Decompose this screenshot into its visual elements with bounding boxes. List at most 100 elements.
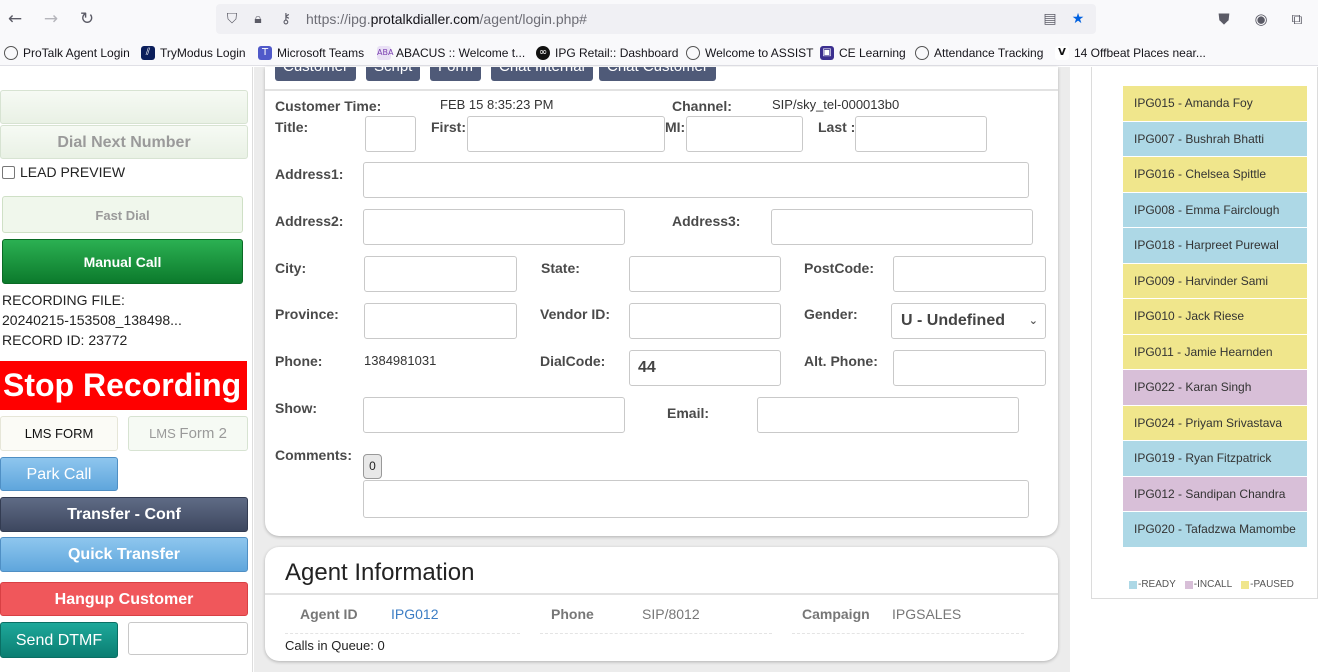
province-label: Province: [275,306,339,322]
bookmark-item[interactable]: ABA ABACUS :: Welcome t... [377,44,525,62]
checkbox-box[interactable] [2,165,15,179]
postcode-input[interactable] [893,256,1046,292]
lms-form-2-button[interactable]: LMS Form 2 [128,416,248,451]
bookmark-star-icon[interactable]: ★ [1069,10,1087,28]
dial-next-number-button[interactable]: Dial Next Number [0,125,248,159]
title-input[interactable] [365,116,416,152]
agent-phone-value: SIP/8012 [642,606,700,622]
gender-select[interactable]: U - Undefined ⌄ [891,303,1046,339]
tab-customer[interactable]: Customer [275,67,357,81]
address3-input[interactable] [771,209,1033,245]
shield-icon[interactable]: ⛉ [223,10,241,28]
channel-label: Channel: [672,98,732,114]
globe-icon [686,46,700,60]
city-input[interactable] [364,256,517,292]
calls-in-queue: Calls in Queue: 0 [285,638,385,653]
title-label: Title: [275,119,309,135]
tab-chat-customer[interactable]: Chat Customer [599,67,716,81]
first-name-input[interactable] [467,116,665,152]
blank-button[interactable] [0,90,248,124]
address2-input[interactable] [363,209,625,245]
agent-status-row: IPG024 - Priyam Srivastava [1123,405,1307,441]
bookmark-item[interactable]: ∞ IPG Retail:: Dashboard [536,44,678,62]
show-input[interactable] [363,397,625,433]
email-input[interactable] [757,397,1019,433]
divider [540,633,772,634]
agent-phone-label: Phone [551,606,594,622]
legend-paused: -PAUSED [1241,579,1294,590]
campaign-value: IPGSALES [892,606,962,622]
show-label: Show: [275,400,317,416]
comments-count-button[interactable]: 0 [363,454,382,479]
agent-status-row: IPG020 - Tafadzwa Mamombe [1123,512,1307,548]
fast-dial-button[interactable]: Fast Dial [2,196,243,233]
url-bar[interactable]: ⛉ 🔒︎ ⚷ https://ipg.protalkdialler.com/ag… [216,4,1096,34]
paused-swatch [1241,580,1250,589]
ipg-retail-icon: ∞ [536,46,550,60]
tab-chat-internal[interactable]: Chat Internal [491,67,593,81]
comments-label: Comments: [275,447,353,463]
bookmark-item[interactable]: T Microsoft Teams [258,44,364,62]
dialcode-label: DialCode: [540,353,606,369]
comments-textarea[interactable] [363,480,1029,518]
bookmark-item[interactable]: ⫽ TryModus Login [141,44,246,62]
agent-status-row: IPG008 - Emma Fairclough [1123,192,1307,228]
key-icon[interactable]: ⚷ [277,10,295,28]
bookmark-item[interactable]: ▣ CE Learning [820,44,906,62]
account-icon[interactable]: ◉ [1250,8,1272,30]
vendor-id-label: Vendor ID: [540,306,611,322]
bookmark-item[interactable]: ProTalk Agent Login [4,44,130,62]
lead-preview-checkbox[interactable]: LEAD PREVIEW [2,164,125,180]
email-label: Email: [667,405,710,421]
bookmark-item[interactable]: V 14 Offbeat Places near... [1055,44,1206,62]
province-input[interactable] [364,303,517,339]
alt-phone-input[interactable] [893,350,1046,386]
globe-icon [4,46,18,60]
reader-view-icon[interactable]: ▤ [1041,10,1059,28]
phone-value: 1384981031 [364,353,437,368]
park-call-button[interactable]: Park Call [0,457,118,491]
vendor-id-input[interactable] [629,303,781,339]
lms-form-2-label: Form 2 [179,425,227,442]
agent-status-row: IPG007 - Bushrah Bhatti [1123,121,1307,157]
bookmark-item[interactable]: Welcome to ASSIST [686,44,814,62]
back-icon[interactable]: ← [4,8,26,30]
tab-form[interactable]: Form [430,67,481,81]
agent-status-row: IPG018 - Harpreet Purewal [1123,228,1307,264]
manual-call-button[interactable]: Manual Call [2,239,243,284]
abacus-icon: ABA [377,46,393,60]
mi-input[interactable] [686,116,803,152]
lms-form-button[interactable]: LMS FORM [0,416,118,451]
recording-info: RECORDING FILE: 20240215-153508_138498..… [2,290,182,350]
left-control-panel: Dial Next Number LEAD PREVIEW Fast Dial … [0,67,253,672]
last-label: Last : [818,119,856,135]
address1-label: Address1: [275,166,344,182]
offbeat-icon: V [1055,46,1069,60]
agent-id-value[interactable]: IPG012 [391,606,438,622]
campaign-label: Campaign [802,606,870,622]
dtmf-input[interactable] [128,622,248,655]
forward-icon[interactable]: → [40,8,62,30]
lms-form-2-prefix: LMS [149,426,176,441]
dialcode-input[interactable]: 44 [629,350,781,386]
url-text[interactable]: https://ipg.protalkdialler.com/agent/log… [306,11,587,27]
pocket-icon[interactable]: ⛊ [1213,8,1235,30]
hangup-customer-button[interactable]: Hangup Customer [0,582,248,616]
tab-script[interactable]: Script [366,67,421,81]
reload-icon[interactable]: ↻ [76,8,98,30]
address1-input[interactable] [363,162,1029,198]
bookmark-item[interactable]: Attendance Tracking [915,44,1043,62]
extensions-icon[interactable]: ⧉ [1286,8,1308,30]
lock-icon[interactable]: 🔒︎ [249,10,267,28]
teams-icon: T [258,46,272,60]
address2-label: Address2: [275,213,344,229]
quick-transfer-button[interactable]: Quick Transfer [0,537,248,572]
stop-recording-button[interactable]: Stop Recording [0,361,247,410]
city-label: City: [275,260,307,276]
channel-value: SIP/sky_tel-000013b0 [772,97,900,112]
send-dtmf-button[interactable]: Send DTMF [0,622,118,658]
trymodus-icon: ⫽ [141,46,155,60]
state-input[interactable] [629,256,781,292]
transfer-conf-button[interactable]: Transfer - Conf [0,497,248,532]
last-name-input[interactable] [855,116,987,152]
